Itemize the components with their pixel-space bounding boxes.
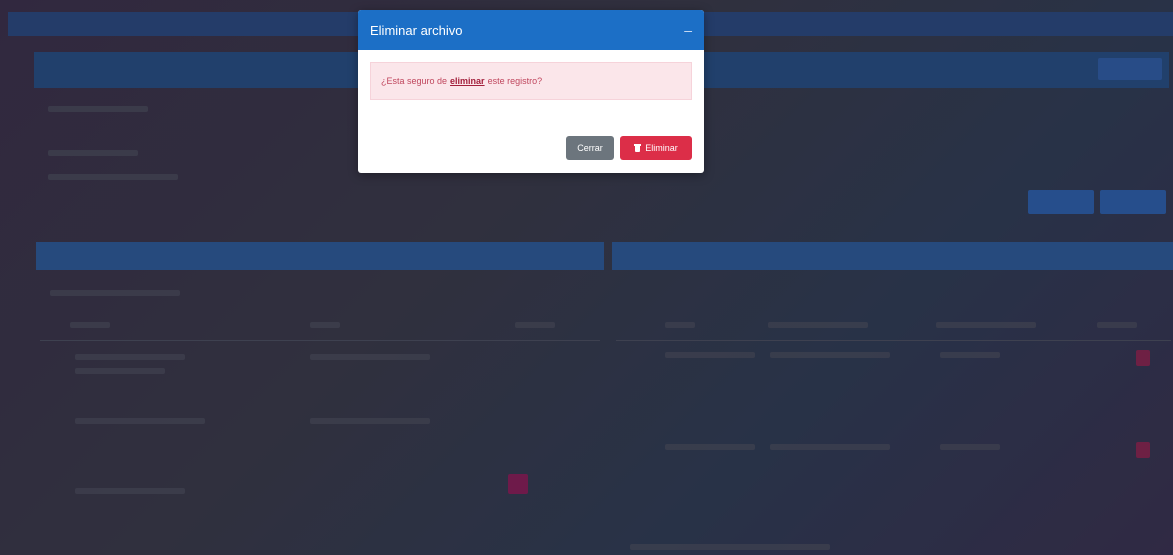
delete-button[interactable]: Eliminar — [620, 136, 692, 160]
close-button[interactable]: Cerrar — [566, 136, 614, 160]
modal-header: Eliminar archivo – — [358, 10, 704, 50]
modal-body: ¿Esta seguro de eliminar este registro? — [358, 50, 704, 100]
modal-title: Eliminar archivo — [370, 22, 463, 38]
modal-footer: Cerrar Eliminar — [566, 136, 692, 160]
close-icon[interactable]: – — [684, 22, 692, 38]
confirmation-text-end: este registro? — [487, 76, 543, 86]
delete-file-modal: Eliminar archivo – ¿Esta seguro de elimi… — [358, 10, 704, 173]
delete-button-label: Eliminar — [645, 143, 678, 153]
confirmation-alert: ¿Esta seguro de eliminar este registro? — [370, 62, 692, 100]
confirmation-text-emphasis: eliminar — [450, 76, 485, 86]
close-button-label: Cerrar — [577, 143, 603, 153]
confirmation-text-start: ¿Esta seguro de — [381, 76, 448, 86]
trash-icon — [634, 144, 642, 152]
